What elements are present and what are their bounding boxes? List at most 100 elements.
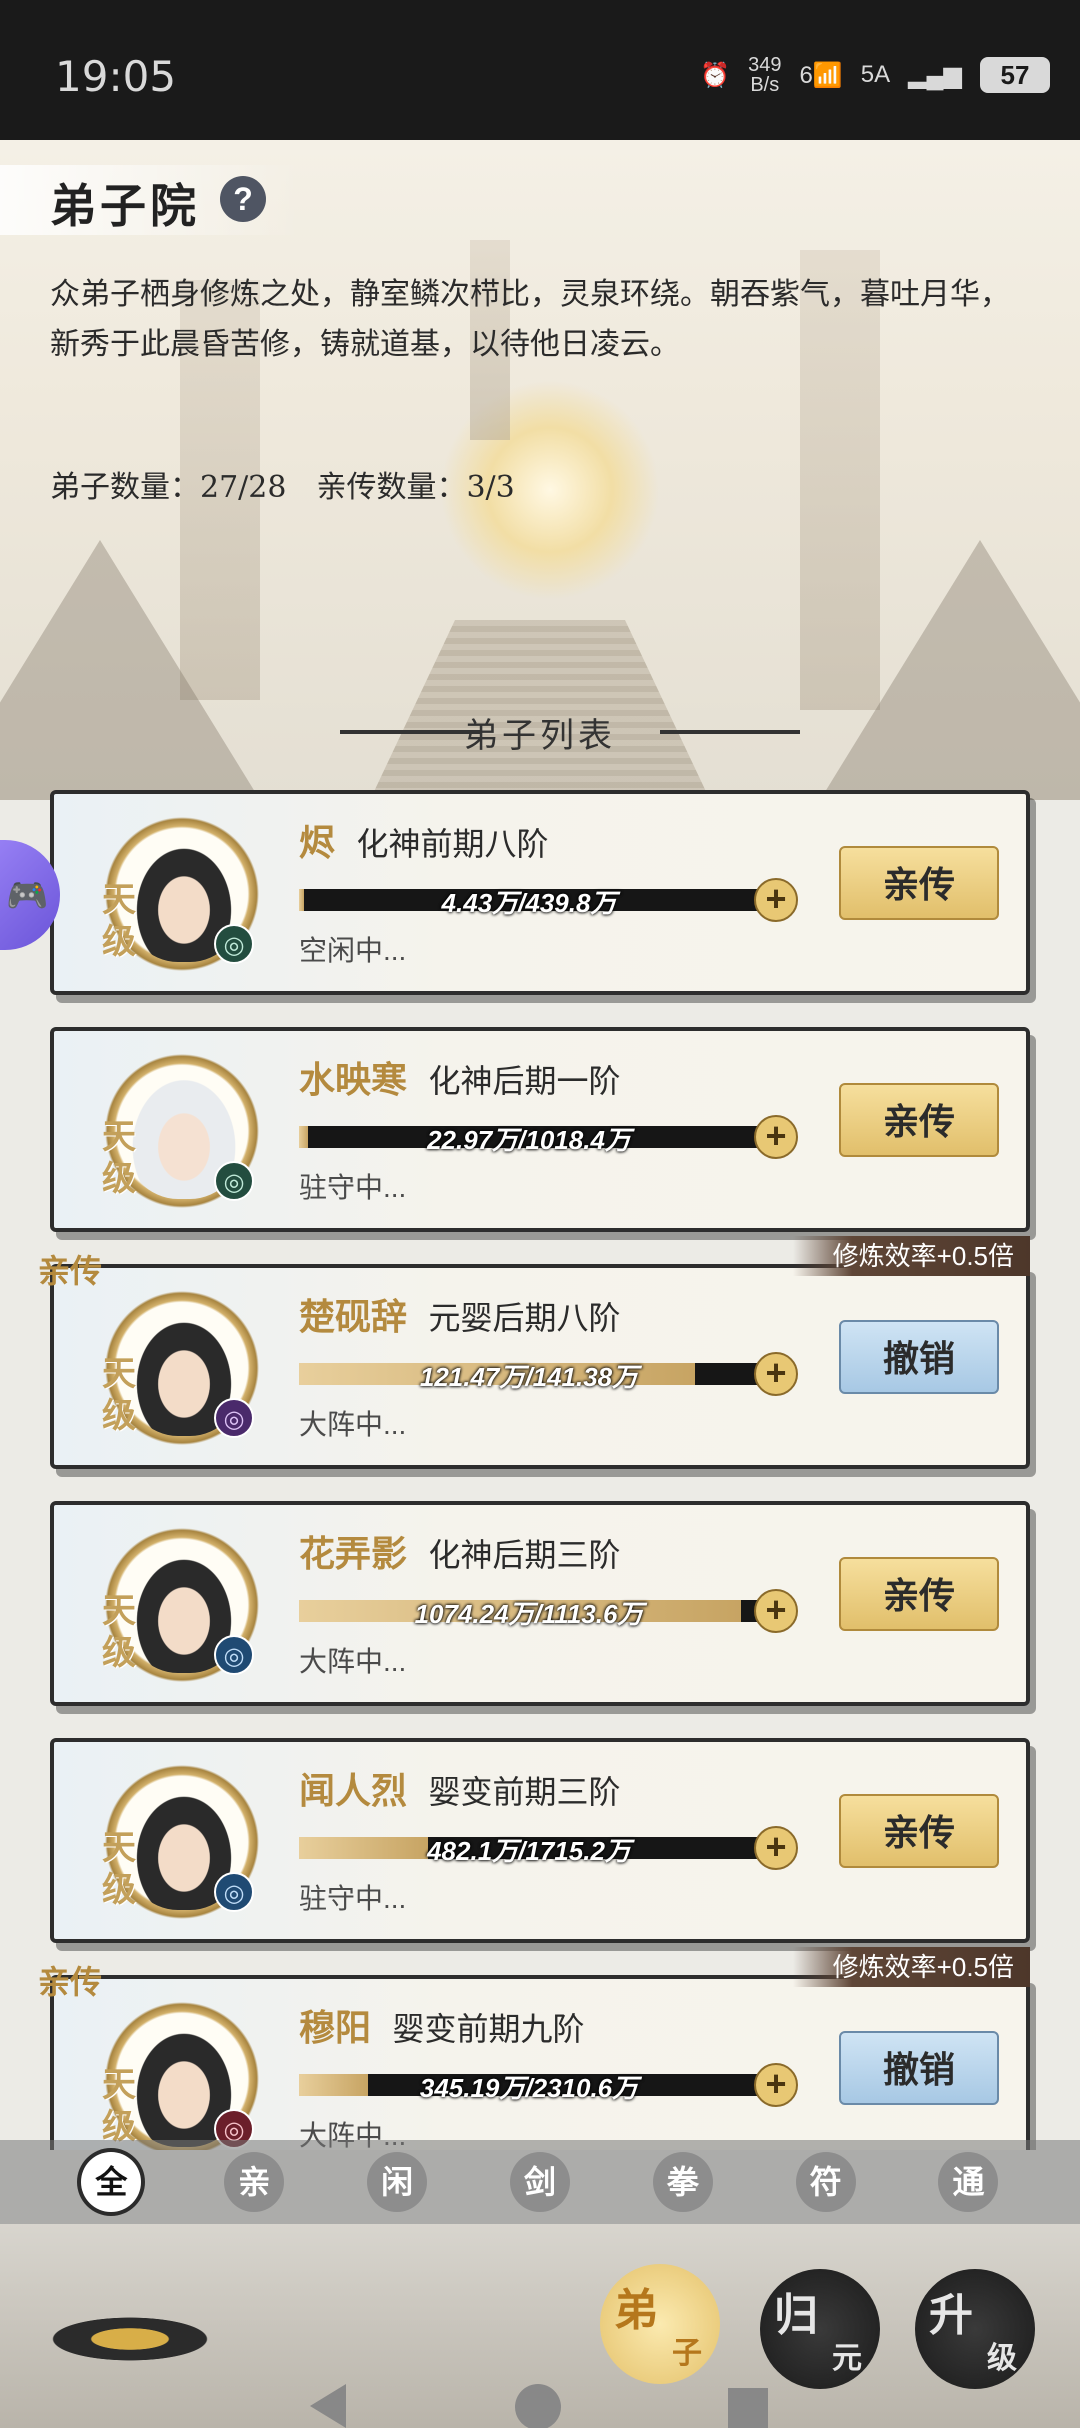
disciple-list[interactable]: 天级 ◎ 烬 化神前期八阶 4.43万/439.8万 + 空闲中... 亲传 天… [0, 780, 1080, 2150]
description: 众弟子栖身修炼之处，静室鳞次栉比，灵泉环绕。朝吞紫气，暮吐月华，新秀于此晨昏苦修… [50, 277, 1010, 362]
direct-disciple-tag: 亲传 [38, 1252, 103, 1290]
disciple-name: 水映寒 [299, 1059, 408, 1101]
filter-tab[interactable]: 亲 [224, 2152, 285, 2212]
status-time: 19:05 [55, 52, 177, 101]
disciple-card-wrap: 天级 ◎ 闻人烈 婴变前期三阶 482.1万/1715.2万 + 驻守中... … [0, 1728, 1080, 1965]
back-icon[interactable] [310, 2384, 346, 2428]
disciple-card[interactable]: 天级 ◎ 穆阳 婴变前期九阶 345.19万/2310.6万 + 大阵中... … [50, 1975, 1030, 2150]
filter-tab[interactable]: 闲 [367, 2152, 428, 2212]
filter-tab[interactable]: 拳 [652, 2152, 713, 2212]
make-direct-button[interactable]: 亲传 [839, 1557, 999, 1631]
exp-text: 1074.24万/1113.6万 [414, 1599, 644, 1629]
signal-icon: ▂▄▆ [908, 61, 962, 89]
disciple-realm: 婴变前期九阶 [392, 2010, 585, 2048]
counts: 弟子数量：27/28 亲传数量：3/3 [50, 462, 515, 506]
name-line: 楚砚辞 元婴后期八阶 [299, 1288, 620, 1340]
name-line: 闻人烈 婴变前期三阶 [299, 1762, 620, 1814]
disciple-name: 花弄影 [299, 1533, 408, 1575]
disciple-card[interactable]: 天级 ◎ 闻人烈 婴变前期三阶 482.1万/1715.2万 + 驻守中... … [50, 1738, 1030, 1943]
disciple-card[interactable]: 天级 ◎ 花弄影 化神后期三阶 1074.24万/1113.6万 + 大阵中..… [50, 1501, 1030, 1706]
grade-label: 天级 [102, 1591, 136, 1673]
disciple-name: 闻人烈 [299, 1770, 408, 1812]
revoke-button[interactable]: 撤销 [839, 1320, 999, 1394]
gamepad-icon: 🎮 [6, 877, 49, 915]
add-exp-button[interactable]: + [754, 1115, 798, 1159]
net-speed-unit: B/s [750, 74, 780, 96]
disciple-name: 烬 [299, 822, 336, 864]
exp-text: 22.97万/1018.4万 [427, 1125, 631, 1155]
direct-disciple-tag: 亲传 [38, 1963, 103, 2001]
disciple-card[interactable]: 天级 ◎ 楚砚辞 元婴后期八阶 121.47万/141.38万 + 大阵中...… [50, 1264, 1030, 1469]
nav-upgrade-button[interactable]: 升 级 [915, 2269, 1035, 2389]
efficiency-badge: 修炼效率+0.5倍 [792, 1236, 1030, 1276]
exp-text: 121.47万/141.38万 [419, 1362, 639, 1392]
make-direct-button[interactable]: 亲传 [839, 846, 999, 920]
grade-label: 天级 [102, 880, 136, 962]
status-bar: 19:05 ⏰ 349 B/s 6📶 5A ▂▄▆ 57 [0, 0, 1080, 140]
disciple-card-wrap: 亲传 修炼效率+0.5倍 天级 ◎ 楚砚辞 元婴后期八阶 121.47万/141.… [0, 1236, 1080, 1491]
nav-disciples-big: 弟 [614, 2285, 658, 2336]
disciple-name: 楚砚辞 [299, 1296, 408, 1338]
make-direct-button[interactable]: 亲传 [839, 1083, 999, 1157]
nav-guiyuan-button[interactable]: 归 元 [760, 2269, 880, 2389]
disciple-name: 穆阳 [299, 2007, 372, 2049]
add-exp-button[interactable]: + [754, 1589, 798, 1633]
disciple-card-wrap: 天级 ◎ 花弄影 化神后期三阶 1074.24万/1113.6万 + 大阵中..… [0, 1491, 1080, 1728]
mountain-left [0, 540, 260, 800]
section-divider-right [660, 730, 800, 734]
disciple-realm: 化神后期三阶 [428, 1536, 621, 1574]
disciple-status: 驻守中... [299, 1172, 407, 1203]
grade-label: 天级 [102, 1117, 136, 1199]
grade-label: 天级 [102, 2065, 136, 2147]
nav-disciples-button[interactable]: 弟 子 [600, 2264, 720, 2384]
disciple-status: 空闲中... [299, 935, 407, 966]
exp-progress-bar: 345.19万/2310.6万 [299, 2073, 759, 2103]
disciple-realm: 化神前期八阶 [356, 825, 549, 863]
battery-icon: 57 [980, 57, 1050, 93]
element-icon: ◎ [214, 924, 254, 964]
disciple-realm: 婴变前期三阶 [428, 1773, 621, 1811]
add-exp-button[interactable]: + [754, 878, 798, 922]
system-nav [0, 2384, 1080, 2428]
filter-tab[interactable]: 全 [81, 2152, 142, 2212]
name-line: 水映寒 化神后期一阶 [299, 1051, 620, 1103]
wifi-icon: 6📶 [799, 61, 843, 89]
disciple-status: 大阵中... [299, 1409, 407, 1440]
disciple-count: 弟子数量：27/28 [50, 470, 287, 505]
bottom-nav: 弟 子 归 元 升 级 [0, 2224, 1080, 2428]
disciple-card-wrap: 亲传 修炼效率+0.5倍 天级 ◎ 穆阳 婴变前期九阶 345.19万/2310.… [0, 1947, 1080, 2150]
direct-count: 亲传数量：3/3 [316, 470, 515, 505]
help-icon[interactable]: ? [220, 176, 266, 222]
disciple-status: 驻守中... [299, 1883, 407, 1914]
exp-text: 4.43万/439.8万 [441, 888, 617, 918]
disciple-card[interactable]: 天级 ◎ 水映寒 化神后期一阶 22.97万/1018.4万 + 驻守中... … [50, 1027, 1030, 1232]
add-exp-button[interactable]: + [754, 2063, 798, 2107]
add-exp-button[interactable]: + [754, 1826, 798, 1870]
wifi-label: 6 [799, 61, 813, 89]
filter-tab[interactable]: 通 [938, 2152, 999, 2212]
make-direct-button[interactable]: 亲传 [839, 1794, 999, 1868]
exp-progress-bar: 22.97万/1018.4万 [299, 1125, 759, 1155]
filter-tab[interactable]: 剑 [509, 2152, 570, 2212]
section-title: 弟子列表 [464, 716, 616, 756]
net-speed: 349 B/s [748, 55, 781, 95]
filter-tab[interactable]: 符 [795, 2152, 856, 2212]
signal-label: 5A [860, 61, 891, 88]
nav-guiyuan-big: 归 [774, 2290, 818, 2341]
disciple-realm: 化神后期一阶 [428, 1062, 621, 1100]
name-line: 花弄影 化神后期三阶 [299, 1525, 620, 1577]
recent-apps-icon[interactable] [728, 2388, 768, 2428]
element-icon: ◎ [214, 1872, 254, 1912]
home-icon[interactable] [515, 2384, 561, 2428]
revoke-button[interactable]: 撤销 [839, 2031, 999, 2105]
net-speed-value: 349 [748, 54, 782, 76]
grade-label: 天级 [102, 1354, 136, 1436]
disciple-card[interactable]: 天级 ◎ 烬 化神前期八阶 4.43万/439.8万 + 空闲中... 亲传 [50, 790, 1030, 995]
status-icons: ⏰ 349 B/s 6📶 5A ▂▄▆ 57 [700, 55, 1050, 95]
add-exp-button[interactable]: + [754, 1352, 798, 1396]
mountain-right [820, 540, 1080, 800]
exp-text: 345.19万/2310.6万 [419, 2073, 639, 2103]
element-icon: ◎ [214, 1398, 254, 1438]
grade-label: 天级 [102, 1828, 136, 1910]
nav-upgrade-big: 升 [929, 2290, 973, 2341]
